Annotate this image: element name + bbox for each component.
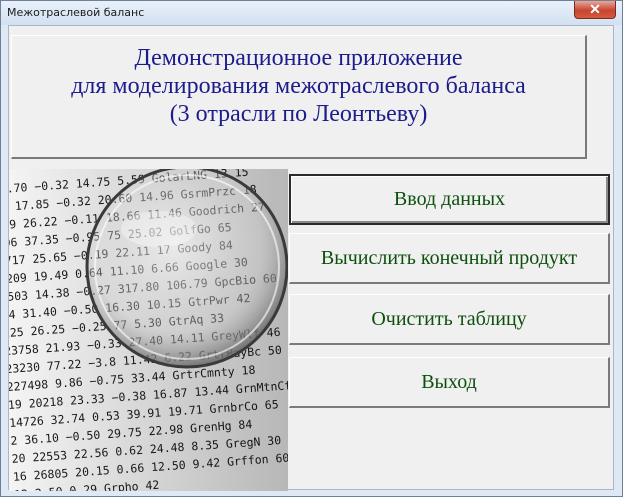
input-data-label: Ввод данных (393, 188, 506, 210)
input-data-button[interactable]: Ввод данных (289, 174, 610, 225)
client-area: Демонстрационное приложение для моделиро… (8, 25, 614, 491)
stock-magnifier-image: 34.70 −0.32 14.75 5.59 GolarLNG 13 1591 … (9, 169, 288, 491)
compute-final-product-button[interactable]: Вычислить конечный продукт (289, 233, 610, 284)
compute-label: Вычислить конечный продукт (320, 246, 578, 269)
app-window: Межотраслевой баланс ✕ Демонстрационное … (0, 0, 623, 497)
close-icon: ✕ (589, 1, 601, 17)
window-title: Межотраслевой баланс (7, 6, 145, 19)
close-button[interactable]: ✕ (574, 1, 616, 19)
exit-button[interactable]: Выход (289, 357, 610, 408)
clear-table-button[interactable]: Очистить таблицу (289, 294, 610, 345)
header-line-1: Демонстрационное приложение (134, 45, 463, 71)
title-bar[interactable]: Межотраслевой баланс ✕ (1, 1, 622, 25)
header-line-3: (3 отрасли по Леонтьеву) (169, 101, 428, 127)
clear-label: Очистить таблицу (371, 307, 527, 330)
exit-label: Выход (421, 370, 477, 393)
header-panel: Демонстрационное приложение для моделиро… (11, 35, 587, 159)
header-line-2: для моделирования межотраслевого баланса (71, 73, 526, 99)
